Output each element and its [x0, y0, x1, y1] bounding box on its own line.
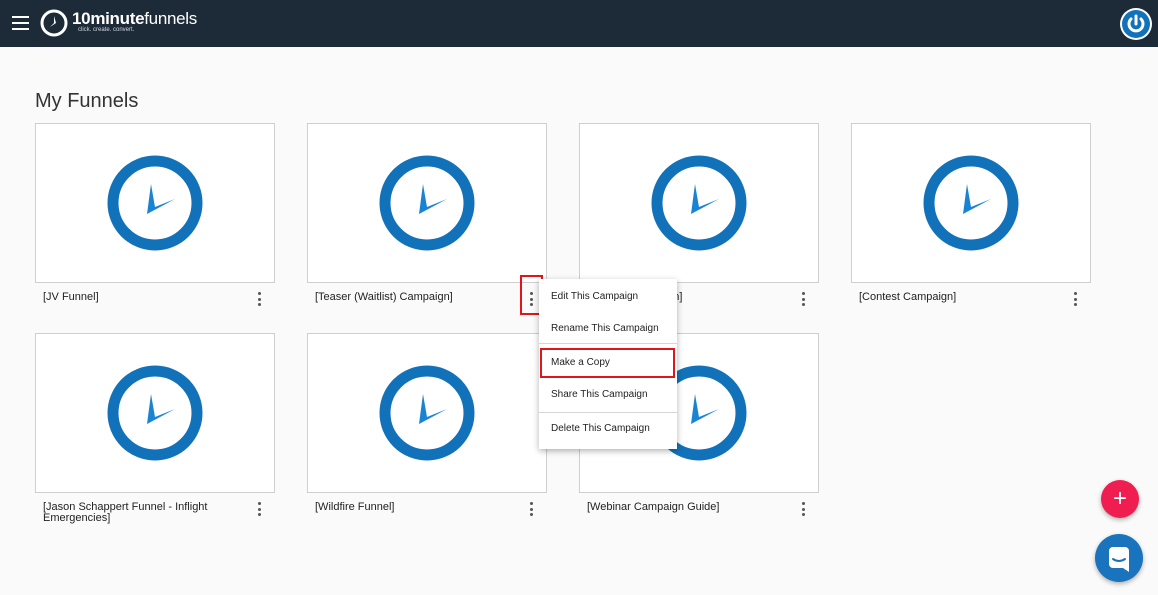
clock-icon — [651, 155, 747, 251]
funnel-thumbnail[interactable] — [35, 123, 275, 283]
funnel-card: [Contest Campaign] — [851, 123, 1091, 323]
logo-clock-icon — [40, 9, 68, 37]
funnel-card: [Wildfire Funnel] — [307, 333, 547, 533]
funnel-thumbnail[interactable] — [307, 333, 547, 493]
funnel-title: [Webinar Campaign Guide] — [587, 501, 720, 513]
more-vert-icon[interactable] — [794, 501, 812, 517]
page-title: My Funnels — [35, 90, 139, 112]
menu-divider — [539, 412, 677, 413]
card-footer: [Contest Campaign] — [851, 283, 1091, 323]
funnel-title: [JV Funnel] — [43, 291, 99, 303]
menu-item-rename[interactable]: Rename This Campaign — [539, 323, 677, 334]
add-funnel-button[interactable]: + — [1101, 480, 1139, 518]
menu-item-edit[interactable]: Edit This Campaign — [539, 291, 677, 302]
chat-icon[interactable] — [1095, 534, 1143, 582]
more-vert-icon[interactable] — [250, 291, 268, 307]
menu-item-delete[interactable]: Delete This Campaign — [539, 423, 677, 434]
clock-icon — [107, 365, 203, 461]
funnel-thumbnail[interactable] — [35, 333, 275, 493]
menu-item-share[interactable]: Share This Campaign — [539, 389, 677, 400]
card-footer: [JV Funnel] — [35, 283, 275, 323]
card-footer: [Jason Schappert Funnel - Inflight Emerg… — [35, 493, 275, 533]
more-vert-icon[interactable] — [794, 291, 812, 307]
power-icon[interactable] — [1120, 8, 1152, 40]
clock-icon — [379, 155, 475, 251]
more-vert-icon[interactable] — [522, 501, 540, 517]
funnel-title: [Contest Campaign] — [859, 291, 957, 303]
clock-icon — [923, 155, 1019, 251]
card-footer: [Webinar Campaign Guide] — [579, 493, 819, 533]
funnel-card: [JV Funnel] — [35, 123, 275, 323]
more-vert-icon[interactable] — [250, 501, 268, 517]
menu-divider — [539, 343, 677, 344]
logo-tagline: click. create. convert. — [78, 27, 135, 33]
logo-text: 10minutefunnels — [72, 9, 197, 28]
funnel-title: [Jason Schappert Funnel - Inflight Emerg… — [43, 501, 208, 524]
funnel-thumbnail[interactable] — [579, 123, 819, 283]
funnel-card: [Teaser (Waitlist) Campaign] — [307, 123, 547, 323]
hamburger-icon[interactable] — [12, 16, 29, 30]
more-vert-icon[interactable] — [1066, 291, 1084, 307]
clock-icon — [379, 365, 475, 461]
funnel-title: [Wildfire Funnel] — [315, 501, 395, 513]
funnel-title: [Teaser (Waitlist) Campaign] — [315, 291, 453, 303]
funnel-card: [Jason Schappert Funnel - Inflight Emerg… — [35, 333, 275, 533]
funnel-thumbnail[interactable] — [851, 123, 1091, 283]
funnel-thumbnail[interactable] — [307, 123, 547, 283]
card-footer: [Teaser (Waitlist) Campaign] — [307, 283, 547, 323]
top-bar: 10minutefunnels click. create. convert. — [0, 0, 1158, 47]
highlight-make-copy — [540, 348, 675, 378]
logo[interactable]: 10minutefunnels click. create. convert. — [40, 9, 197, 37]
clock-icon — [107, 155, 203, 251]
card-footer: [Wildfire Funnel] — [307, 493, 547, 533]
